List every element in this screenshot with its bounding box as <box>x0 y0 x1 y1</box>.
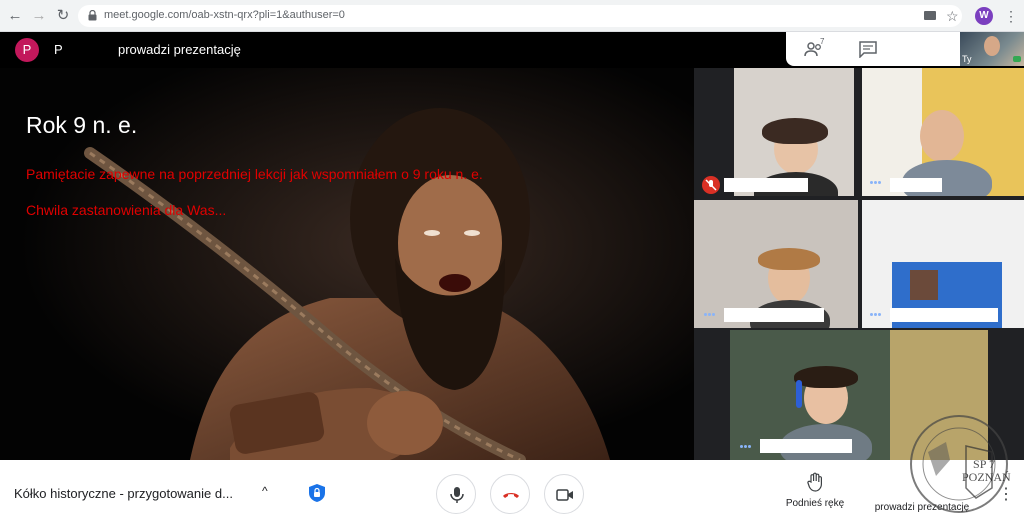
headphones-icon <box>796 380 802 408</box>
microphone-icon <box>450 487 464 503</box>
audio-dots-icon <box>870 181 882 185</box>
participant-name-redacted <box>890 308 998 322</box>
participant-hair <box>762 118 828 144</box>
slide-title: Rok 9 n. e. <box>26 112 138 138</box>
security-shield-icon[interactable] <box>306 482 328 504</box>
browser-menu-icon[interactable]: ⋮ <box>1004 7 1018 25</box>
leave-call-button[interactable] <box>490 474 530 514</box>
meet-bottom-bar: Kółko historyczne - przygotowanie d... ^… <box>0 460 1024 529</box>
participant-name-redacted <box>890 178 942 192</box>
microphone-button[interactable] <box>436 474 476 514</box>
hand-icon <box>807 472 822 492</box>
address-bar[interactable]: meet.google.com/oab-xstn-qrx?pli=1&authu… <box>78 5 962 27</box>
participant-name-redacted <box>760 439 852 453</box>
raise-hand-button[interactable]: Podnieś rękę <box>776 472 854 509</box>
raise-hand-label: Podnieś rękę <box>785 498 845 509</box>
participant-hair <box>758 248 820 270</box>
presenter-initial: P <box>54 42 63 57</box>
audio-indicator-icon <box>1013 56 1021 62</box>
presenter-status: prowadzi prezentację <box>118 42 241 57</box>
muted-mic-icon <box>702 176 720 194</box>
meeting-details-chevron-icon[interactable]: ^ <box>262 484 268 498</box>
participant-name-redacted <box>724 308 824 322</box>
slide-text-line-1: Pamiętacie zapewne na poprzedniej lekcji… <box>26 166 483 182</box>
cast-icon[interactable] <box>924 11 936 20</box>
participants-count: 7 <box>820 37 825 46</box>
slide-text-line-2: Chwila zastanowienia dla Was... <box>26 202 227 218</box>
audio-dots-icon <box>870 313 882 317</box>
audio-dots-icon <box>740 445 752 449</box>
meet-top-panel: 7 <box>786 32 960 66</box>
presentation-stage: Rok 9 n. e. Pamiętacie zapewne na poprze… <box>0 68 694 460</box>
meeting-title[interactable]: Kółko historyczne - przygotowanie d... <box>14 486 233 501</box>
participant-name-redacted <box>724 178 808 192</box>
url-text: meet.google.com/oab-xstn-qrx?pli=1&authu… <box>104 9 345 21</box>
reload-icon[interactable]: ↻ <box>54 7 72 25</box>
profile-avatar[interactable]: W <box>975 7 993 25</box>
participant-face <box>920 110 964 162</box>
participant-tile[interactable] <box>862 68 1024 196</box>
chat-icon[interactable] <box>858 40 878 58</box>
redacted-name-block <box>64 41 114 58</box>
camera-icon <box>556 489 573 501</box>
browser-toolbar: ← → ↻ meet.google.com/oab-xstn-qrx?pli=1… <box>0 0 1024 32</box>
back-arrow-icon[interactable]: ← <box>6 7 24 25</box>
participant-tile[interactable] <box>734 68 854 196</box>
participants-grid <box>694 68 1024 460</box>
lock-icon <box>88 10 97 21</box>
bookmark-star-icon[interactable]: ☆ <box>946 7 959 25</box>
presenter-avatar: P <box>15 38 39 62</box>
hang-up-icon <box>503 493 519 498</box>
forward-arrow-icon[interactable]: → <box>30 7 48 25</box>
self-label: Ty <box>962 54 972 64</box>
chair <box>910 270 938 300</box>
audio-dots-icon <box>704 313 716 317</box>
self-view-tile[interactable]: Ty <box>960 32 1024 66</box>
camera-button[interactable] <box>544 474 584 514</box>
self-face <box>984 36 1000 56</box>
stamp-text: SP 7 POZNAŃ <box>962 457 1011 484</box>
participant-hair <box>794 366 858 388</box>
